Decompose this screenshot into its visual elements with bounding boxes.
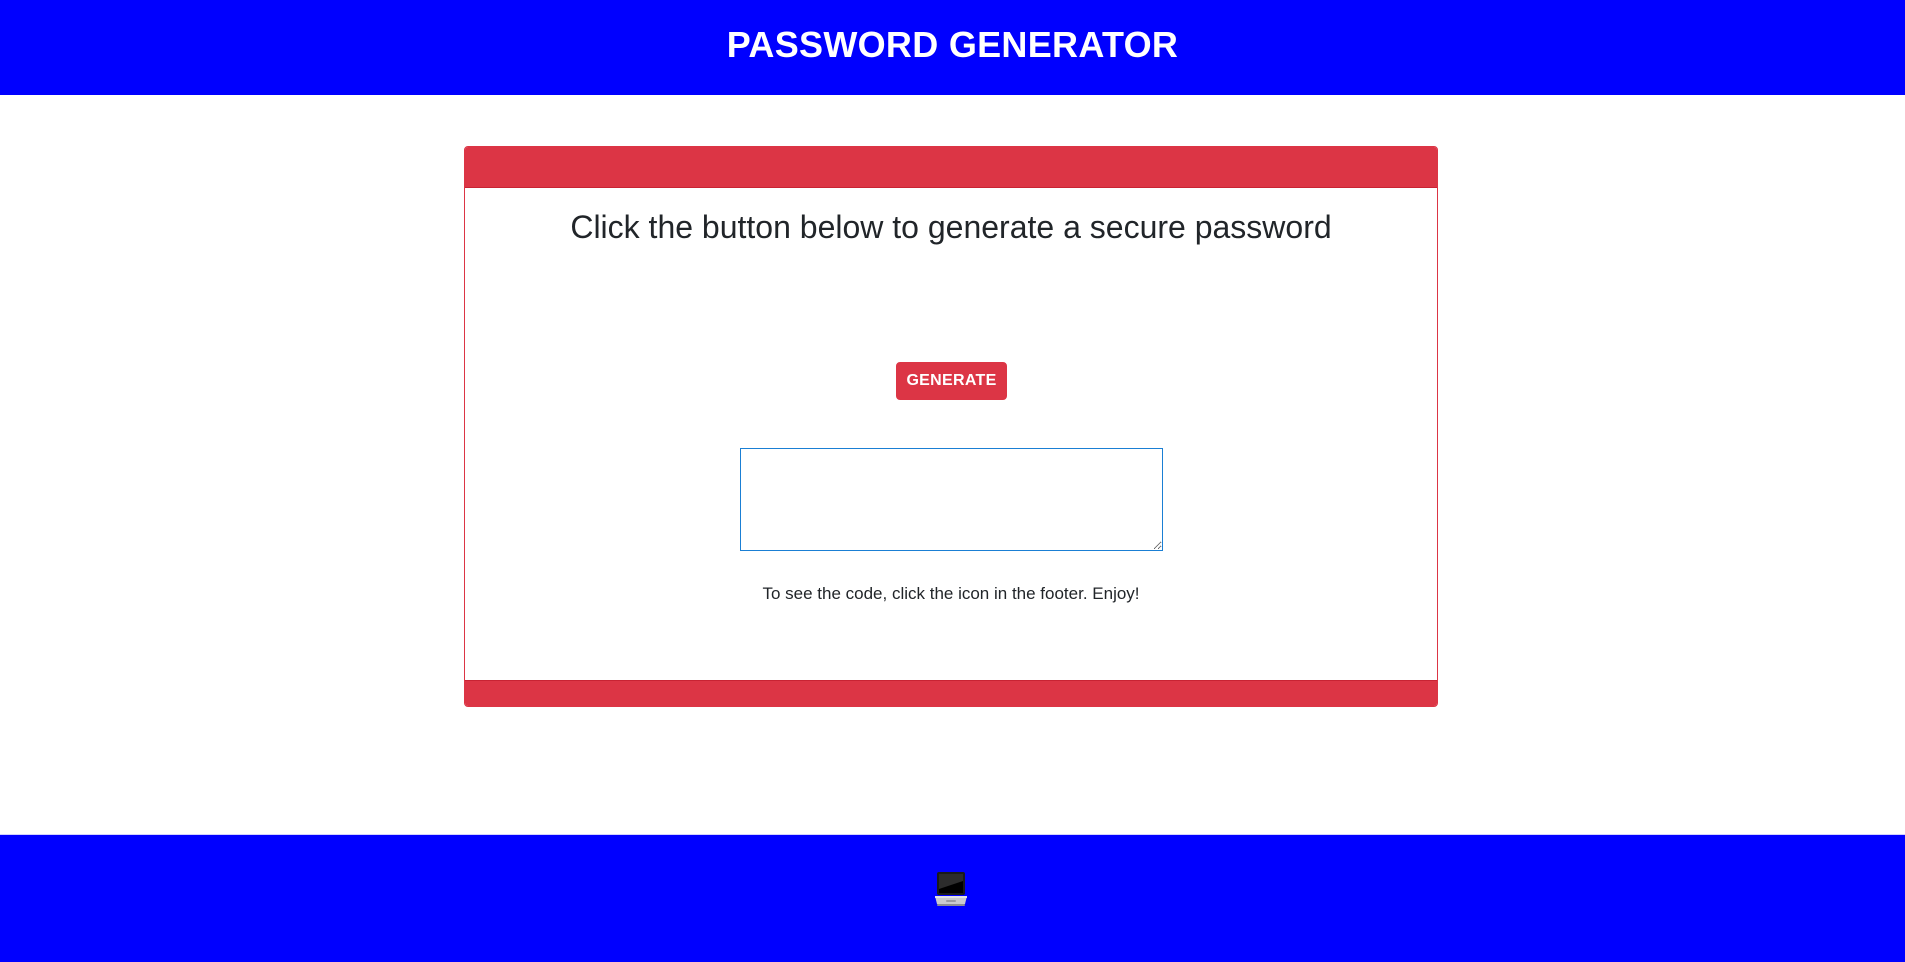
generator-card: Click the button below to generate a sec… [464,146,1438,707]
password-output[interactable] [740,448,1163,551]
page-title: PASSWORD GENERATOR [726,23,1179,65]
hint-text: To see the code, click the icon in the f… [762,584,1140,603]
card-header [465,147,1437,188]
card-footer [465,680,1437,706]
generate-button[interactable]: GENERATE [896,362,1007,400]
laptop-icon[interactable] [934,871,968,907]
site-footer [0,834,1905,962]
card-title: Click the button below to generate a sec… [570,209,1332,245]
site-header: PASSWORD GENERATOR [0,0,1905,95]
